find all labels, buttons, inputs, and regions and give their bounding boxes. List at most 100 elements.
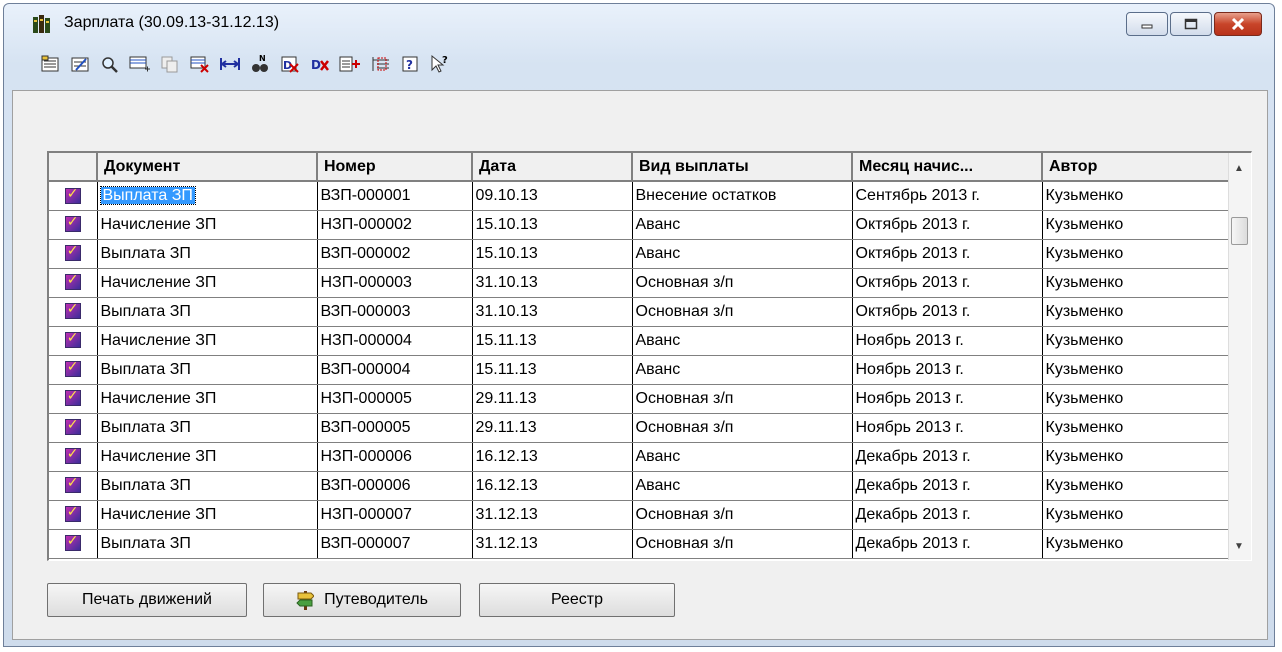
cell-accrual-month[interactable]: Декабрь 2013 г. [851, 442, 1043, 472]
cell-date[interactable]: 29.11.13 [471, 413, 633, 443]
cell-number[interactable]: ВЗП-000003 [316, 297, 473, 327]
cell-accrual-month[interactable]: Декабрь 2013 г. [851, 529, 1043, 559]
cell-payment-type[interactable]: Аванс [631, 239, 853, 269]
cell-document[interactable]: Выплата ЗП [96, 471, 318, 501]
cell-author[interactable]: Кузьменко [1041, 268, 1233, 298]
cell-payment-type[interactable]: Основная з/п [631, 297, 853, 327]
cell-accrual-month[interactable]: Октябрь 2013 г. [851, 268, 1043, 298]
cell-payment-type[interactable]: Аванс [631, 471, 853, 501]
cell-number[interactable]: НЗП-000005 [316, 384, 473, 414]
cell-document[interactable]: Выплата ЗП [96, 181, 318, 211]
cell-number[interactable]: НЗП-000003 [316, 268, 473, 298]
cell-document[interactable]: Выплата ЗП [96, 297, 318, 327]
table-row[interactable]: Начисление ЗП НЗП-000006 16.12.13 Аванс Дека… [49, 442, 1233, 472]
column-header-accrual-month[interactable]: Месяц начис... [852, 153, 1043, 182]
delete-mark-icon[interactable]: D [308, 52, 332, 76]
cell-author[interactable]: Кузьменко [1041, 239, 1233, 269]
cell-document[interactable]: Начисление ЗП [96, 326, 318, 356]
unpost-icon[interactable]: D [278, 52, 302, 76]
print-movements-button[interactable]: Печать движений [47, 583, 247, 617]
cell-number[interactable]: ВЗП-000001 [316, 181, 473, 211]
cell-date[interactable]: 16.12.13 [471, 471, 633, 501]
table-row[interactable]: Выплата ЗП ВЗП-000002 15.10.13 Аванс Октябрь… [49, 239, 1233, 269]
cell-author[interactable]: Кузьменко [1041, 442, 1233, 472]
cell-number[interactable]: ВЗП-000005 [316, 413, 473, 443]
find-icon[interactable] [98, 52, 122, 76]
cell-date[interactable]: 31.10.13 [471, 268, 633, 298]
cell-date[interactable]: 15.10.13 [471, 239, 633, 269]
cell-document[interactable]: Начисление ЗП [96, 268, 318, 298]
column-header-number[interactable]: Номер [317, 153, 473, 182]
cell-document[interactable]: Начисление ЗП [96, 210, 318, 240]
cell-number[interactable]: ВЗП-000006 [316, 471, 473, 501]
cell-date[interactable]: 31.12.13 [471, 529, 633, 559]
cell-author[interactable]: Кузьменко [1041, 297, 1233, 327]
cell-number[interactable]: ВЗП-000002 [316, 239, 473, 269]
cell-author[interactable]: Кузьменко [1041, 326, 1233, 356]
post-icon[interactable] [338, 52, 362, 76]
cell-number[interactable]: НЗП-000006 [316, 442, 473, 472]
cell-document[interactable]: Выплата ЗП [96, 413, 318, 443]
guide-button[interactable]: Путеводитель [263, 583, 461, 617]
cell-date[interactable]: 15.11.13 [471, 326, 633, 356]
cell-accrual-month[interactable]: Ноябрь 2013 г. [851, 413, 1043, 443]
cell-author[interactable]: Кузьменко [1041, 500, 1233, 530]
cell-date[interactable]: 16.12.13 [471, 442, 633, 472]
cell-accrual-month[interactable]: Декабрь 2013 г. [851, 500, 1043, 530]
cell-payment-type[interactable]: Аванс [631, 326, 853, 356]
table-row[interactable]: Начисление ЗП НЗП-000002 15.10.13 Аванс Октя… [49, 210, 1233, 240]
column-header-payment-type[interactable]: Вид выплаты [632, 153, 853, 182]
scroll-thumb[interactable] [1231, 217, 1248, 245]
column-header-mark[interactable] [49, 153, 98, 182]
cell-document[interactable]: Начисление ЗП [96, 442, 318, 472]
table-row[interactable]: Выплата ЗП ВЗП-000001 09.10.13 Внесение ост… [49, 181, 1233, 211]
cell-payment-type[interactable]: Основная з/п [631, 268, 853, 298]
close-button[interactable] [1214, 12, 1262, 36]
cell-accrual-month[interactable]: Сентябрь 2013 г. [851, 181, 1043, 211]
cell-payment-type[interactable]: Основная з/п [631, 384, 853, 414]
table-row[interactable]: Начисление ЗП НЗП-000004 15.11.13 Аванс Нояб… [49, 326, 1233, 356]
minimize-button[interactable] [1126, 12, 1168, 36]
cell-document[interactable]: Начисление ЗП [96, 384, 318, 414]
cell-author[interactable]: Кузьменко [1041, 529, 1233, 559]
new-doc-icon[interactable] [38, 52, 62, 76]
delete-icon[interactable] [188, 52, 212, 76]
column-header-document[interactable]: Документ [97, 153, 318, 182]
help-icon[interactable]: ? [398, 52, 422, 76]
copy-icon[interactable] [158, 52, 182, 76]
cell-document[interactable]: Выплата ЗП [96, 239, 318, 269]
register-icon[interactable] [368, 52, 392, 76]
cell-author[interactable]: Кузьменко [1041, 181, 1233, 211]
scroll-down-icon[interactable]: ▼ [1234, 541, 1244, 552]
table-row[interactable]: Выплата ЗП ВЗП-000005 29.11.13 Основная з/п… [49, 413, 1233, 443]
cell-date[interactable]: 31.10.13 [471, 297, 633, 327]
search-binoculars-icon[interactable]: N [248, 52, 272, 76]
cell-payment-type[interactable]: Аванс [631, 355, 853, 385]
cell-document[interactable]: Выплата ЗП [96, 529, 318, 559]
cell-author[interactable]: Кузьменко [1041, 413, 1233, 443]
cell-accrual-month[interactable]: Ноябрь 2013 г. [851, 384, 1043, 414]
table-row[interactable]: Выплата ЗП ВЗП-000007 31.12.13 Основная з/п… [49, 529, 1233, 559]
cell-accrual-month[interactable]: Ноябрь 2013 г. [851, 355, 1043, 385]
table-row[interactable]: Выплата ЗП ВЗП-000006 16.12.13 Аванс Декабрь… [49, 471, 1233, 501]
registry-button[interactable]: Реестр [479, 583, 675, 617]
table-row[interactable]: Начисление ЗП НЗП-000005 29.11.13 Основная … [49, 384, 1233, 414]
table-row[interactable]: Выплата ЗП ВЗП-000004 15.11.13 Аванс Ноябрь … [49, 355, 1233, 385]
table-row[interactable]: Начисление ЗП НЗП-000003 31.10.13 Основная … [49, 268, 1233, 298]
vertical-scrollbar[interactable]: ▲ ▼ [1228, 153, 1251, 560]
whats-this-icon[interactable]: ? [428, 52, 452, 76]
cell-accrual-month[interactable]: Ноябрь 2013 г. [851, 326, 1043, 356]
cell-payment-type[interactable]: Внесение остатков [631, 181, 853, 211]
cell-date[interactable]: 15.10.13 [471, 210, 633, 240]
cell-accrual-month[interactable]: Октябрь 2013 г. [851, 210, 1043, 240]
table-row[interactable]: Начисление ЗП НЗП-000007 31.12.13 Основная … [49, 500, 1233, 530]
cell-payment-type[interactable]: Аванс [631, 442, 853, 472]
cell-number[interactable]: НЗП-000007 [316, 500, 473, 530]
title-bar[interactable]: Зарплата (30.09.13-31.12.13) [4, 4, 1274, 40]
table-row[interactable]: Выплата ЗП ВЗП-000003 31.10.13 Основная з/п… [49, 297, 1233, 327]
cell-accrual-month[interactable]: Декабрь 2013 г. [851, 471, 1043, 501]
cell-payment-type[interactable]: Основная з/п [631, 500, 853, 530]
cell-date[interactable]: 15.11.13 [471, 355, 633, 385]
cell-date[interactable]: 29.11.13 [471, 384, 633, 414]
maximize-button[interactable] [1170, 12, 1212, 36]
